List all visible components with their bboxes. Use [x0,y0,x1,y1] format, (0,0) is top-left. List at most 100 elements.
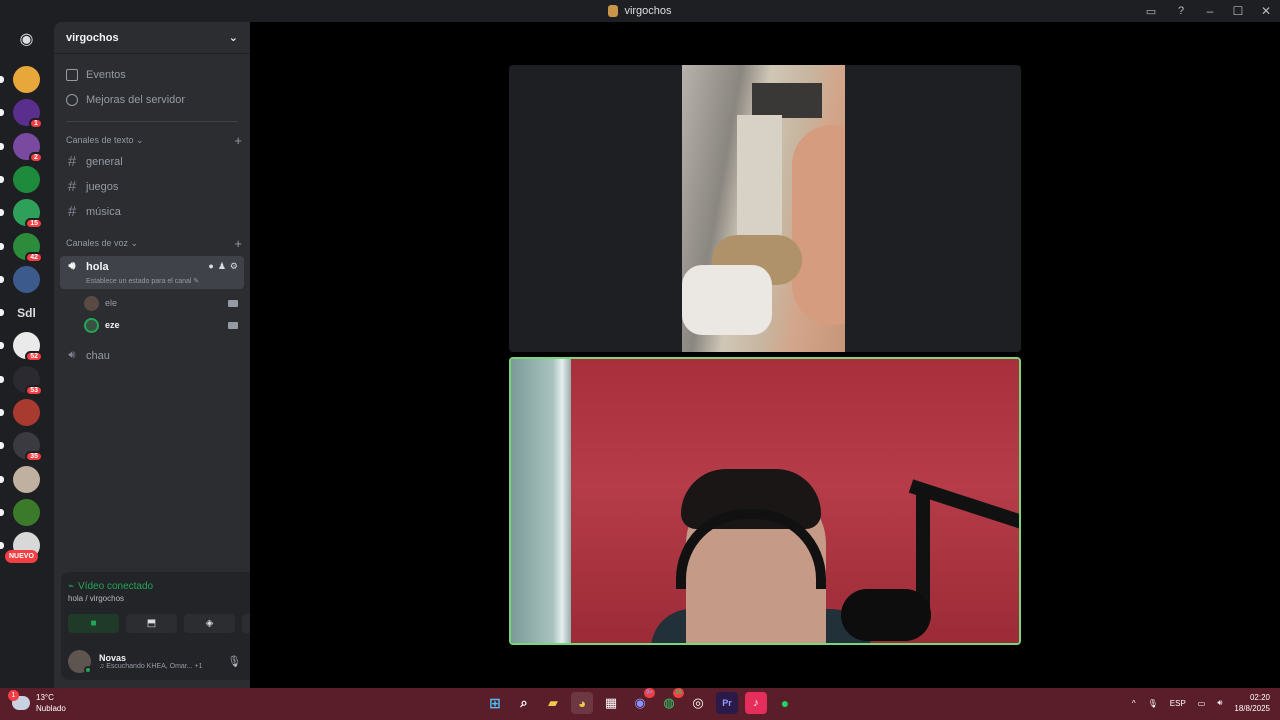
server-guild-9[interactable]: 52 [0,332,43,363]
avatar [84,295,99,311]
discord-home-icon[interactable]: ◉ [13,25,40,52]
boosts-link[interactable]: Mejoras del servidor [54,87,250,112]
store-icon[interactable]: ▦ [600,692,622,714]
server-list: ◉ 1 2 15 42 Sdl 52 53 35 NUEVO [0,22,54,688]
server-guild-11[interactable] [0,399,40,426]
avatar[interactable] [68,649,92,674]
server-name: virgochos [66,31,119,44]
server-header[interactable]: virgochos ⌄ [54,22,250,54]
mention-badge: 1 [29,118,43,130]
unread-indicator [0,442,4,450]
channel-juegos[interactable]: # juegos [60,174,244,199]
server-guild-6[interactable]: 42 [0,232,43,263]
volume-icon[interactable]: 🔊︎ [1217,698,1222,708]
microphone-icon[interactable]: 🎙︎ [1148,699,1158,708]
calendar-icon [66,68,78,81]
server-guild-1[interactable] [0,66,40,93]
voice-member-eze[interactable]: eze [84,314,238,336]
minimize-button[interactable]: – [1196,0,1224,22]
network-icon[interactable]: ▭ [1198,699,1206,708]
file-explorer-icon[interactable]: ▰ [542,692,564,714]
search-icon[interactable]: ⌕ [513,692,535,714]
chevron-up-icon[interactable]: ^ [1132,699,1136,708]
server-guild-10[interactable]: 53 [0,365,43,396]
add-channel-icon[interactable]: + [234,133,242,148]
unread-indicator [0,508,4,516]
discord-taskbar-icon[interactable]: ◉ 9+ [629,688,655,714]
premiere-icon[interactable]: Pr [716,692,738,714]
voice-category[interactable]: Canales de voz ⌄ + [54,234,250,252]
server-guild-7[interactable] [0,265,40,293]
inbox-icon[interactable]: ▭ [1136,0,1166,22]
unread-indicator [0,142,4,150]
spotify-icon[interactable]: ● [774,692,796,714]
server-guild-4[interactable] [0,165,40,193]
divider [66,121,238,122]
add-channel-icon[interactable]: + [234,236,242,251]
unread-indicator [0,242,4,250]
server-guild-5[interactable]: 15 [0,199,43,230]
server-guild-12[interactable]: 35 [0,432,43,463]
unread-indicator [0,342,4,350]
invite-icon[interactable]: ♟ [218,261,226,272]
voice-member-ele[interactable]: ele [84,292,238,314]
channel-musica[interactable]: # música [60,199,244,224]
system-tray: ^ 🎙︎ ESP ▭ 🔊︎ 02:20 18/8/2025 [1132,692,1270,714]
mention-badge: 35 [25,451,43,463]
gear-icon[interactable]: ⚙ [230,261,238,272]
steam-icon[interactable]: ◎ [687,692,709,714]
gamepad-icon: ◈ [205,618,214,629]
hash-icon: # [67,178,77,195]
taskbar-apps: ⊞ ⌕ ▰ ◕ ▦ ◉ 9+ ◍ 15 ◎ Pr ♪ ● [484,688,796,714]
maximize-button[interactable]: ☐ [1224,0,1252,22]
server-guild-14[interactable] [0,498,40,526]
hash-icon: # [67,153,77,170]
video-tile-ele[interactable] [509,65,1021,352]
events-link[interactable]: Eventos [54,62,250,87]
windows-start-icon[interactable]: ⊞ [484,692,506,714]
voice-status[interactable]: Establece un estado para el canal ✎ [86,277,238,285]
chrome-icon[interactable]: ◕ [571,692,593,714]
whatsapp-icon[interactable]: ◍ 15 [658,688,684,714]
tiktok-icon[interactable]: ♪ [745,692,767,714]
mention-badge: 52 [25,351,43,363]
unread-indicator [0,309,4,317]
screen-share-button[interactable]: ⬒ [126,614,177,633]
server-guild-8[interactable]: Sdl [0,299,40,327]
signal-icon: ⌁ [68,581,75,592]
activities-button[interactable]: ◈ [184,614,235,633]
microphone-icon[interactable]: 🎙︎ [227,655,241,668]
camera-icon [228,299,238,307]
close-button[interactable]: ✕ [1252,0,1280,22]
speaker-icon: 🔊︎ [68,349,76,361]
mention-badge: 2 [29,151,43,163]
taskbar: 1 13°C Nublado ⊞ ⌕ ▰ ◕ ▦ ◉ 9+ ◍ 15 ◎ Pr ♪ … [0,688,1280,720]
server-guild-2[interactable]: 1 [0,99,43,130]
video-tile-eze[interactable] [509,357,1021,645]
clock[interactable]: 02:20 18/8/2025 [1234,692,1270,714]
text-category[interactable]: Canales de texto ⌄ + [54,131,250,149]
speaker-icon: 🔊︎ [68,260,76,272]
online-status [84,665,92,674]
language-indicator[interactable]: ESP [1170,699,1186,708]
connection-location[interactable]: hola / virgochos [68,594,124,603]
unread-indicator [0,76,4,83]
help-icon[interactable]: ? [1166,0,1196,22]
server-guild-3[interactable]: 2 [0,132,43,163]
voice-channel-chau[interactable]: 🔊︎ chau [60,343,244,368]
video-stage [250,22,1280,688]
unread-indicator [0,409,4,416]
username: Novas [99,652,127,663]
weather-widget[interactable]: 1 13°C Nublado [8,690,66,714]
video-feed [682,65,845,352]
voice-channel-hola[interactable]: 🔊︎ hola ● ♟ ⚙ Establece un estado para e… [60,256,244,289]
chat-icon[interactable]: ● [208,261,213,272]
boost-icon [66,93,78,106]
unread-indicator [0,375,4,383]
unread-indicator [0,209,4,217]
camera-icon: ■ [90,618,97,629]
cloud-icon: 1 [8,690,30,710]
camera-button[interactable]: ■ [68,614,119,633]
server-guild-13[interactable] [0,465,40,493]
channel-general[interactable]: # general [60,149,244,174]
